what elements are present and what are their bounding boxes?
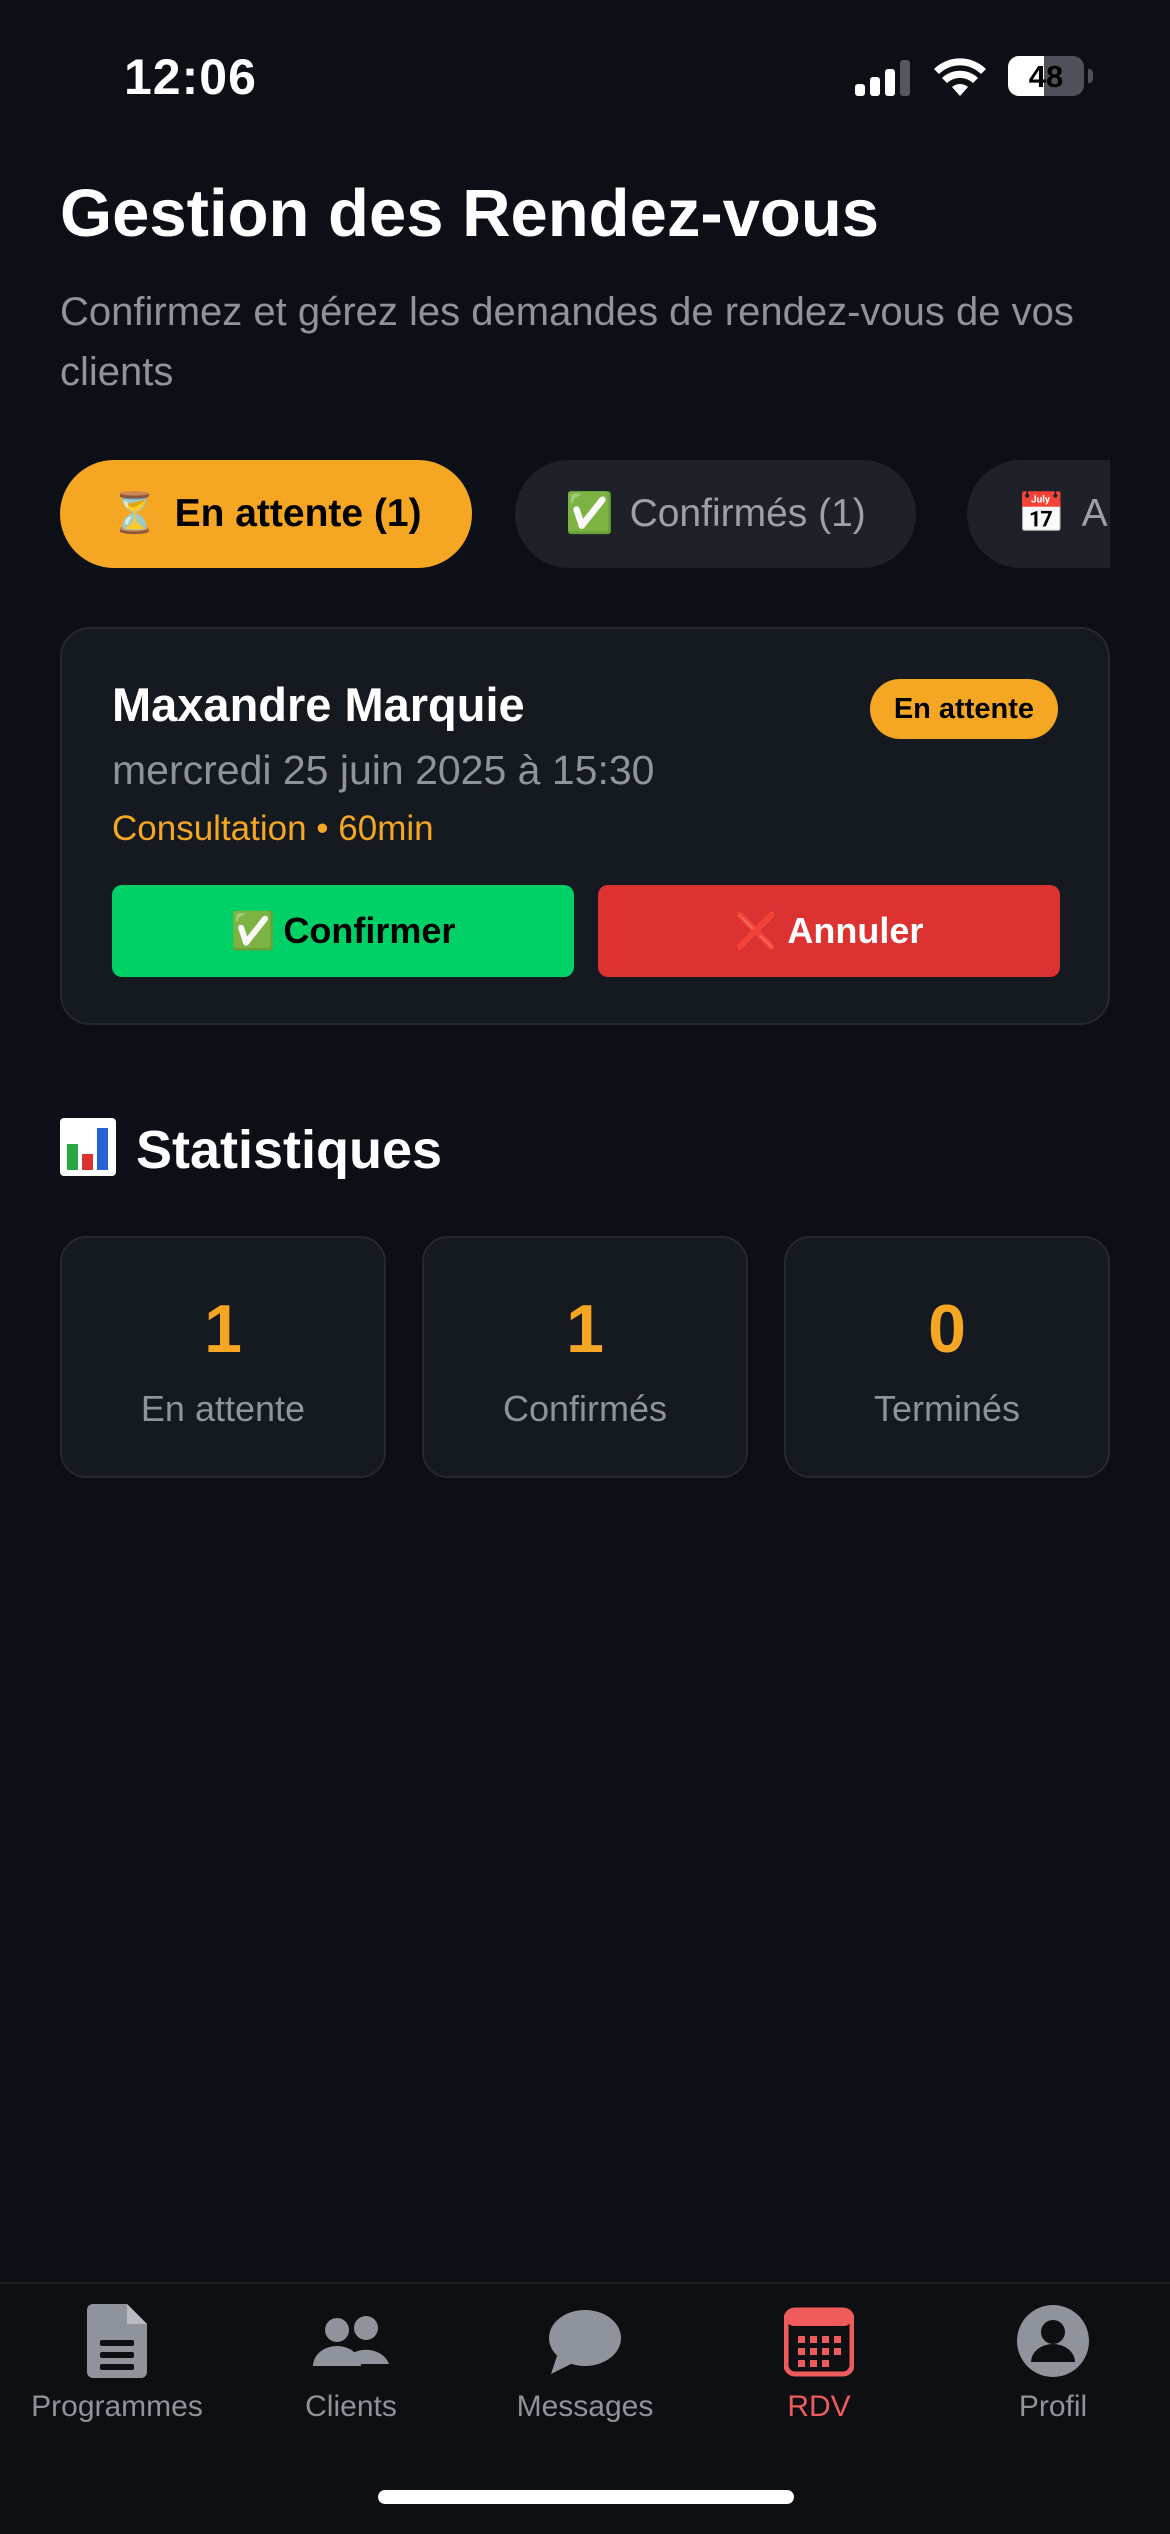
cross-mark-icon: ❌ [734, 911, 780, 952]
appointment-datetime: mercredi 25 juin 2025 à 15:30 [112, 747, 655, 793]
calendar-icon [784, 2307, 854, 2377]
home-indicator[interactable] [378, 2490, 794, 2504]
tab-pending[interactable]: ⏳ En attente (1) [60, 460, 472, 568]
cancel-button-label: Annuler [787, 910, 924, 951]
stat-label: Terminés [873, 1388, 1021, 1429]
check-mark-icon: ✅ [565, 491, 614, 536]
client-name: Maxandre Marquie [112, 678, 525, 731]
stat-label: Confirmés [502, 1388, 668, 1429]
filter-tabs: ⏳ En attente (1) ✅ Confirmés (1) 📅 A [60, 460, 1110, 570]
stats-title-label: Statistiques [136, 1120, 443, 1180]
battery-percent: 48 [1028, 59, 1064, 94]
status-time: 12:06 [124, 49, 257, 105]
document-icon [87, 2304, 147, 2378]
hourglass-icon: ⏳ [110, 491, 159, 536]
cancel-button[interactable]: ❌ Annuler [598, 885, 1060, 977]
tab-confirmed[interactable]: ✅ Confirmés (1) [515, 460, 916, 568]
status-bar: 12:06 48 [0, 0, 1170, 150]
tab-clients[interactable]: Clients [234, 2304, 468, 2464]
stat-card-confirmed: 1 Confirmés [422, 1236, 748, 1478]
chat-bubble-icon [549, 2310, 621, 2374]
profile-icon [1017, 2305, 1089, 2377]
page-title: Gestion des Rendez-vous [60, 176, 880, 251]
confirm-button-label: Confirmer [283, 910, 456, 951]
tab-pending-label: En attente (1) [174, 492, 422, 535]
tab-label: Messages [516, 2390, 654, 2423]
stat-card-pending: 1 En attente [60, 1236, 386, 1478]
cellular-signal-icon [855, 60, 913, 96]
users-icon [313, 2316, 389, 2366]
check-mark-icon: ✅ [230, 911, 276, 952]
tab-rdv[interactable]: RDV [702, 2304, 936, 2464]
stat-card-completed: 0 Terminés [784, 1236, 1110, 1478]
tab-profil[interactable]: Profil [936, 2304, 1170, 2464]
tab-all[interactable]: 📅 A [967, 460, 1110, 568]
tab-label: Programmes [31, 2390, 203, 2423]
stat-label: En attente [140, 1388, 306, 1429]
confirm-button[interactable]: ✅ Confirmer [112, 885, 574, 977]
wifi-icon [934, 58, 986, 96]
tab-confirmed-label: Confirmés (1) [629, 492, 866, 535]
bar-chart-icon [60, 1118, 116, 1176]
tab-label: Clients [305, 2390, 397, 2423]
stat-value: 1 [566, 1291, 604, 1367]
tab-label: RDV [787, 2390, 851, 2423]
battery-icon: 48 [1008, 56, 1084, 96]
status-badge: En attente [869, 679, 1058, 739]
calendar-icon: 📅 [1017, 491, 1066, 536]
tab-all-label: A [1081, 492, 1108, 535]
appointment-card: Maxandre Marquie En attente mercredi 25 … [60, 627, 1110, 1025]
tab-messages[interactable]: Messages [468, 2304, 702, 2464]
appointment-type-duration: Consultation • 60min [112, 809, 434, 848]
page-subtitle: Confirmez et gérez les demandes de rende… [60, 290, 1074, 394]
tab-label: Profil [1018, 2390, 1088, 2423]
stat-value: 1 [204, 1291, 242, 1367]
stat-value: 0 [928, 1291, 966, 1367]
battery-nub [1088, 69, 1093, 83]
stats-section-title: Statistiques [60, 1118, 442, 1181]
tab-programmes[interactable]: Programmes [0, 2304, 234, 2464]
